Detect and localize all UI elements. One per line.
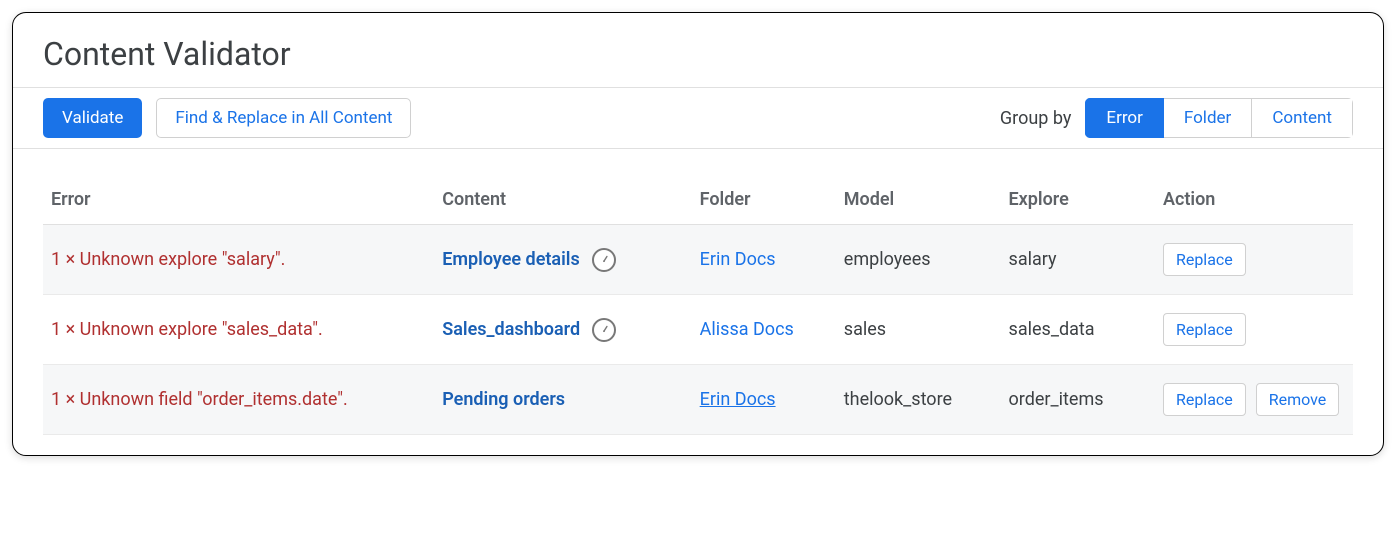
model-cell: sales <box>836 295 1001 365</box>
content-validator-panel: Content Validator Validate Find & Replac… <box>12 12 1384 456</box>
model-cell: employees <box>836 225 1001 295</box>
remove-button[interactable]: Remove <box>1256 383 1340 416</box>
content-link[interactable]: Sales_dashboard <box>442 319 580 340</box>
replace-button[interactable]: Replace <box>1163 243 1246 276</box>
explore-cell: salary <box>1001 225 1155 295</box>
group-by-label: Group by <box>1000 108 1071 129</box>
col-header-model: Model <box>836 179 1001 225</box>
find-replace-button[interactable]: Find & Replace in All Content <box>156 98 411 138</box>
error-text: 1 × Unknown field "order_items.date". <box>51 389 348 410</box>
col-header-action: Action <box>1155 179 1353 225</box>
errors-table: Error Content Folder Model Explore Actio… <box>43 179 1353 435</box>
folder-link[interactable]: Alissa Docs <box>700 319 794 340</box>
table-row: 1 × Unknown explore "salary". Employee de… <box>43 225 1353 295</box>
explore-cell: sales_data <box>1001 295 1155 365</box>
explore-cell: order_items <box>1001 365 1155 435</box>
toolbar: Validate Find & Replace in All Content G… <box>13 87 1383 149</box>
gauge-icon <box>592 248 616 272</box>
model-cell: thelook_store <box>836 365 1001 435</box>
validate-button[interactable]: Validate <box>43 98 142 138</box>
table-row: 1 × Unknown explore "sales_data". Sales_d… <box>43 295 1353 365</box>
page-title: Content Validator <box>13 13 1383 87</box>
group-by-content[interactable]: Content <box>1252 98 1353 138</box>
gauge-icon <box>592 318 616 342</box>
content-link[interactable]: Pending orders <box>442 389 565 410</box>
replace-button[interactable]: Replace <box>1163 313 1246 346</box>
table-row: 1 × Unknown field "order_items.date". Pen… <box>43 365 1353 435</box>
folder-link[interactable]: Erin Docs <box>700 249 776 270</box>
group-by-folder[interactable]: Folder <box>1164 98 1252 138</box>
col-header-folder: Folder <box>692 179 836 225</box>
col-header-error: Error <box>43 179 434 225</box>
col-header-explore: Explore <box>1001 179 1155 225</box>
error-text: 1 × Unknown explore "salary". <box>51 249 285 270</box>
replace-button[interactable]: Replace <box>1163 383 1246 416</box>
errors-tbody: 1 × Unknown explore "salary". Employee de… <box>43 225 1353 435</box>
content-link[interactable]: Employee details <box>442 249 579 270</box>
group-by-error[interactable]: Error <box>1085 98 1163 138</box>
group-by-segmented: ErrorFolderContent <box>1085 98 1353 138</box>
col-header-content: Content <box>434 179 691 225</box>
error-text: 1 × Unknown explore "sales_data". <box>51 319 323 340</box>
folder-link[interactable]: Erin Docs <box>700 389 776 410</box>
